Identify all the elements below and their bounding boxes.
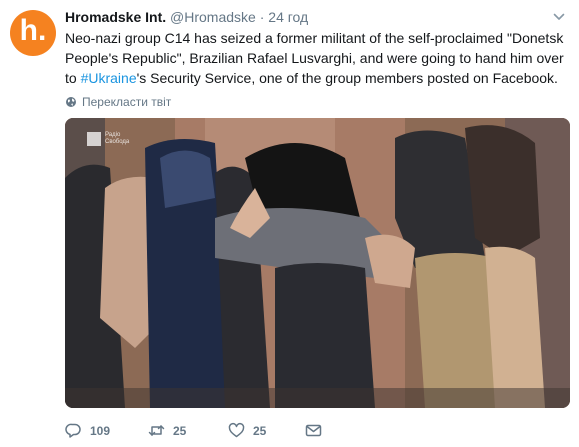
reply-button[interactable]: 109: [65, 422, 110, 439]
tweet-header: Hromadske Int. @Hromadske · 24 год: [65, 9, 549, 29]
retweet-count: 25: [173, 423, 187, 438]
timestamp[interactable]: 24 год: [268, 9, 308, 25]
like-count: 25: [253, 423, 267, 438]
globe-icon: [66, 97, 76, 107]
tweet-text: Neo-nazi group C14 has seized a former m…: [65, 28, 570, 88]
tweet-actions: 109 25 25: [65, 422, 365, 442]
reply-icon: [65, 423, 81, 438]
tweet-media-photo[interactable]: Радіо Свобода: [65, 118, 570, 408]
reply-count: 109: [90, 423, 111, 438]
media-watermark: Радіо Свобода: [105, 132, 130, 145]
tweet-text-part2: 's Security Service, one of the group me…: [136, 70, 558, 86]
translate-tweet-link[interactable]: Перекласти твіт: [65, 95, 171, 109]
chevron-down-icon[interactable]: [553, 11, 565, 23]
envelope-icon: [305, 424, 322, 437]
photo-scene: [65, 118, 570, 408]
author-name[interactable]: Hromadske Int.: [65, 9, 166, 25]
avatar[interactable]: h.: [10, 10, 56, 56]
heart-icon: [228, 422, 245, 438]
translate-label: Перекласти твіт: [82, 95, 172, 109]
like-button[interactable]: 25: [228, 422, 266, 439]
retweet-button[interactable]: 25: [148, 422, 186, 439]
author-handle[interactable]: @Hromadske: [170, 9, 256, 25]
avatar-letter: h.: [19, 14, 47, 47]
separator-dot: ·: [259, 9, 265, 25]
tweet-card[interactable]: h. Hromadske Int. @Hromadske · 24 год Ne…: [0, 0, 579, 447]
hashtag-link[interactable]: #Ukraine: [81, 70, 137, 86]
direct-message-button[interactable]: [305, 422, 322, 439]
retweet-icon: [148, 425, 165, 436]
